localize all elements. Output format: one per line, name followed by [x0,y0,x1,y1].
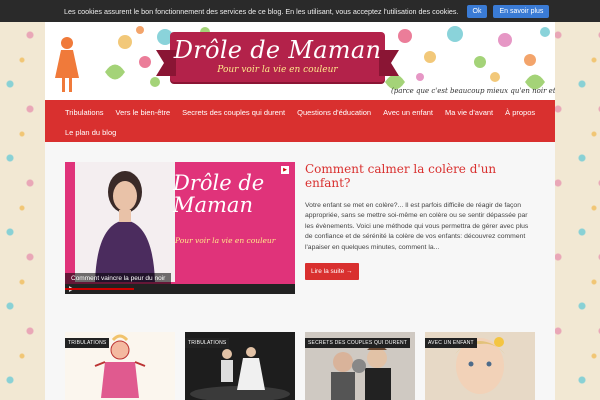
site-tagline: (parce que c'est beaucoup mieux qu'en no… [391,87,555,95]
video-controls[interactable] [65,284,295,294]
nav-item-secrets-couples[interactable]: Secrets des couples qui durent [176,106,291,119]
video-progress[interactable] [65,288,134,290]
video-player[interactable]: Drôle de Maman Pour voir la vie en coule… [65,162,295,294]
cookie-bar: Les cookies assurent le bon fonctionneme… [0,0,600,22]
video-caption: Comment vaincre la peur du noir [65,273,172,284]
nav-item-a-propos[interactable]: À propos [499,106,541,119]
featured-excerpt: Votre enfant se met en colère?... Il est… [305,201,529,251]
post-card[interactable]: SECRETS DES COUPLES QUI DURENT [305,332,415,400]
cookie-message: Les cookies assurent le bon fonctionneme… [64,6,459,16]
post-card[interactable]: TRIBULATIONS [65,332,175,400]
featured-article: Comment calmer la colère d'un enfant? Vo… [305,162,535,281]
nav-item-education[interactable]: Questions d'éducation [291,106,377,119]
brand-banner[interactable]: Drôle de Maman Pour voir la vie en coule… [156,32,399,82]
site-title: Drôle de Maman [173,36,382,64]
cookie-more-button[interactable]: En savoir plus [493,4,550,18]
nav-item-vie-avant[interactable]: Ma vie d'avant [439,106,499,119]
cookie-ok-button[interactable]: Ok [466,4,488,18]
main-nav: Tribulations Vers le bien-être Secrets d… [45,100,555,142]
video-subtitle: Pour voir la vie en couleur [175,236,276,245]
post-card[interactable]: AVEC UN ENFANT [425,332,535,400]
nav-item-plan-blog[interactable]: Le plan du blog [59,126,122,139]
post-cards: TRIBULATIONS TRIBULATIONS SECRETS DES CO… [65,332,535,400]
read-more-button[interactable]: Lire la suite → [305,263,359,281]
girl-silhouette-icon [55,37,79,92]
card-category-tag[interactable]: TRIBULATIONS [185,338,230,348]
card-category-tag[interactable]: TRIBULATIONS [65,338,110,348]
featured-title[interactable]: Comment calmer la colère d'un enfant? [305,162,535,191]
nav-row-1: Tribulations Vers le bien-être Secrets d… [59,106,541,119]
video-title-line2: Maman [173,193,253,218]
nav-row-2: Le plan du blog [59,126,122,139]
card-category-tag[interactable]: AVEC UN ENFANT [425,338,477,348]
post-card[interactable]: TRIBULATIONS [185,332,295,400]
nav-item-avec-enfant[interactable]: Avec un enfant [377,106,439,119]
card-category-tag[interactable]: SECRETS DES COUPLES QUI DURENT [305,338,411,348]
site-header: Drôle de Maman Pour voir la vie en coule… [45,22,555,100]
featured-post: Drôle de Maman Pour voir la vie en coule… [65,162,535,297]
video-title: Drôle de Maman [173,172,264,216]
woman-figure [75,162,175,282]
content-area: Drôle de Maman Pour voir la vie en coule… [45,142,555,400]
video-title-line1: Drôle de [173,171,265,195]
nav-item-tribulations[interactable]: Tribulations [59,106,110,119]
nav-item-bien-etre[interactable]: Vers le bien-être [110,106,177,119]
page-container: Drôle de Maman Pour voir la vie en coule… [45,22,555,400]
youtube-icon: ▶ [281,166,289,174]
site-subtitle: Pour voir la vie en couleur [217,65,338,75]
